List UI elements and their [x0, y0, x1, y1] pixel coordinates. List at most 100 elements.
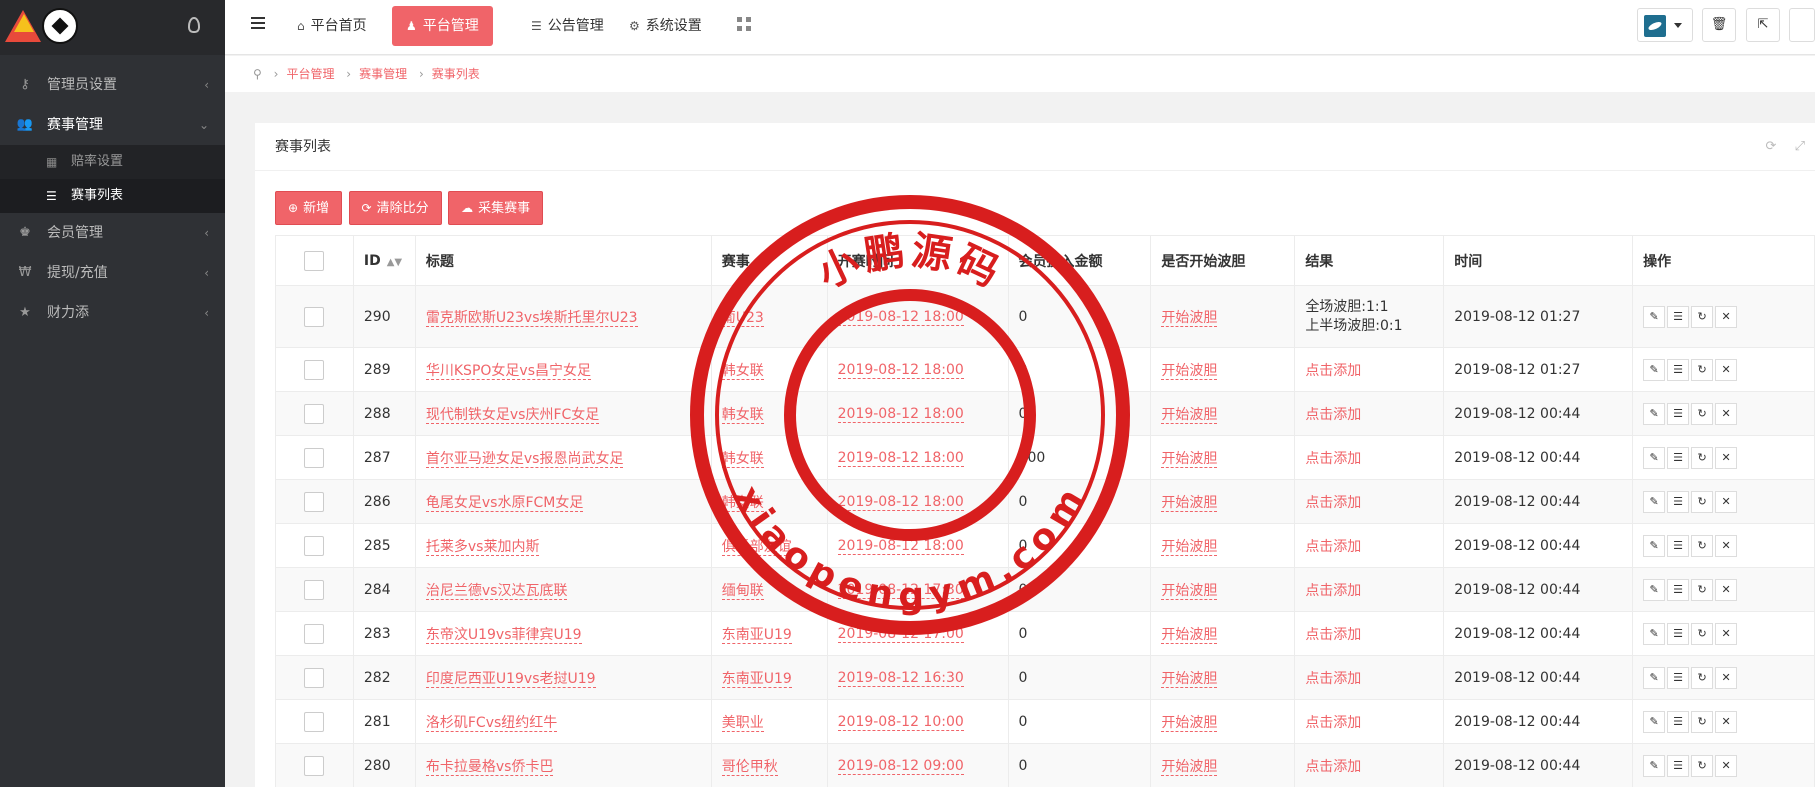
start-bet-link[interactable]: 开始波胆 [1161, 406, 1218, 424]
title-link[interactable]: 治尼兰德vs汉达瓦底联 [425, 582, 568, 600]
start-bet-link[interactable]: 开始波胆 [1161, 450, 1218, 468]
league-link[interactable]: 韩女联 [721, 450, 764, 468]
delete-icon[interactable]: ✕ [1715, 578, 1738, 601]
add-result-link[interactable]: 点击添加 [1305, 495, 1361, 511]
edit-icon[interactable]: ✎ [1643, 754, 1666, 777]
list-icon[interactable]: ☰ [1667, 446, 1690, 469]
refresh-icon[interactable]: ↻ [1691, 710, 1714, 733]
edit-icon[interactable]: ✎ [1643, 358, 1666, 381]
add-result-link[interactable]: 点击添加 [1305, 671, 1361, 687]
more-button[interactable] [1789, 8, 1815, 42]
start-bet-link[interactable]: 开始波胆 [1161, 362, 1218, 380]
breadcrumb-item[interactable]: 赛事列表 [432, 67, 480, 81]
tab-announcement-management[interactable]: ☰ 公告管理 [517, 6, 618, 46]
title-link[interactable]: 雷克斯欧斯U23vs埃斯托里尔U23 [425, 309, 638, 327]
drop-icon[interactable] [188, 17, 200, 33]
delete-icon[interactable]: ✕ [1715, 666, 1738, 689]
row-checkbox[interactable] [304, 579, 325, 600]
delete-icon[interactable]: ✕ [1715, 490, 1738, 513]
league-link[interactable]: 韩女联 [721, 406, 764, 424]
row-checkbox[interactable] [304, 359, 325, 380]
refresh-icon[interactable]: ↻ [1691, 490, 1714, 513]
list-icon[interactable]: ☰ [1667, 666, 1690, 689]
delete-icon[interactable]: ✕ [1715, 534, 1738, 557]
refresh-icon[interactable]: ↻ [1691, 534, 1714, 557]
refresh-icon[interactable]: ↻ [1691, 446, 1714, 469]
sidebar-item-member-management[interactable]: ♚ 会员管理 ‹ [0, 213, 225, 253]
sidebar-subitem-odds-settings[interactable]: ▦ 赔率设置 [0, 145, 225, 179]
start-time-link[interactable]: 2019-08-12 10:00 [837, 713, 964, 731]
start-time-link[interactable]: 2019-08-12 18:00 [837, 449, 964, 467]
title-link[interactable]: 印度尼西亚U19vs老挝U19 [425, 670, 596, 688]
edit-icon[interactable]: ✎ [1643, 710, 1666, 733]
collect-matches-button[interactable]: ☁ 采集赛事 [448, 191, 544, 225]
league-link[interactable]: 葡U23 [721, 309, 764, 327]
start-time-link[interactable]: 2019-08-12 16:30 [837, 669, 964, 687]
breadcrumb-item[interactable]: 赛事管理 [359, 67, 407, 81]
sidebar-item-withdraw-recharge[interactable]: ₩ 提现/充值 ‹ [0, 253, 225, 293]
refresh-icon[interactable]: ↻ [1691, 754, 1714, 777]
start-time-link[interactable]: 2019-08-12 17:30 [837, 581, 964, 599]
start-bet-link[interactable]: 开始波胆 [1161, 626, 1218, 644]
start-bet-link[interactable]: 开始波胆 [1161, 538, 1218, 556]
add-result-link[interactable]: 点击添加 [1305, 583, 1361, 599]
tab-platform-home[interactable]: ⌂ 平台首页 [283, 6, 381, 46]
list-icon[interactable]: ☰ [1667, 622, 1690, 645]
start-bet-link[interactable]: 开始波胆 [1161, 309, 1218, 327]
row-checkbox[interactable] [304, 306, 325, 327]
add-result-link[interactable]: 点击添加 [1305, 363, 1361, 379]
delete-icon[interactable]: ✕ [1715, 710, 1738, 733]
edit-icon[interactable]: ✎ [1643, 446, 1666, 469]
list-icon[interactable]: ☰ [1667, 534, 1690, 557]
title-link[interactable]: 东帝汶U19vs菲律宾U19 [425, 626, 582, 644]
refresh-icon[interactable]: ⟳ [1766, 139, 1777, 154]
title-link[interactable]: 龟尾女足vs水原FCM女足 [425, 494, 584, 512]
edit-icon[interactable]: ✎ [1643, 578, 1666, 601]
league-link[interactable]: 俱乐部友谊 [721, 538, 792, 556]
edit-icon[interactable]: ✎ [1643, 622, 1666, 645]
edit-icon[interactable]: ✎ [1643, 402, 1666, 425]
list-icon[interactable]: ☰ [1667, 305, 1690, 328]
edit-icon[interactable]: ✎ [1643, 490, 1666, 513]
title-link[interactable]: 首尔亚马逊女足vs报恩尚武女足 [425, 450, 624, 468]
refresh-icon[interactable]: ↻ [1691, 402, 1714, 425]
title-link[interactable]: 托莱多vs莱加内斯 [425, 538, 540, 556]
tab-platform-management[interactable]: ♟ 平台管理 [392, 6, 493, 46]
fullscreen-icon[interactable]: ⤢ [1795, 139, 1805, 154]
row-checkbox[interactable] [304, 447, 325, 468]
sidebar-subitem-match-list[interactable]: ☰ 赛事列表 [0, 179, 225, 213]
league-link[interactable]: 韩女联 [721, 362, 764, 380]
list-icon[interactable]: ☰ [1667, 402, 1690, 425]
delete-icon[interactable]: ✕ [1715, 622, 1738, 645]
league-link[interactable]: 美职业 [721, 714, 764, 732]
start-bet-link[interactable]: 开始波胆 [1161, 714, 1218, 732]
edit-icon[interactable]: ✎ [1643, 534, 1666, 557]
delete-icon[interactable]: ✕ [1715, 305, 1738, 328]
start-time-link[interactable]: 2019-08-12 18:00 [837, 361, 964, 379]
list-icon[interactable]: ☰ [1667, 578, 1690, 601]
delete-icon[interactable]: ✕ [1715, 446, 1738, 469]
list-icon[interactable]: ☰ [1667, 490, 1690, 513]
delete-icon[interactable]: ✕ [1715, 402, 1738, 425]
add-result-link[interactable]: 点击添加 [1305, 451, 1361, 467]
user-menu-button[interactable] [1637, 8, 1693, 42]
sidebar-item-finance[interactable]: ★ 财力添 ‹ [0, 293, 225, 333]
row-checkbox[interactable] [304, 667, 325, 688]
league-link[interactable]: 缅甸联 [721, 582, 764, 600]
title-link[interactable]: 现代制铁女足vs庆州FC女足 [425, 406, 600, 424]
start-bet-link[interactable]: 开始波胆 [1161, 670, 1218, 688]
list-icon[interactable]: ☰ [1667, 754, 1690, 777]
add-result-link[interactable]: 点击添加 [1305, 627, 1361, 643]
add-result-link[interactable]: 点击添加 [1305, 715, 1361, 731]
row-checkbox[interactable] [304, 711, 325, 732]
start-time-link[interactable]: 2019-08-12 18:00 [837, 405, 964, 423]
breadcrumb-item[interactable]: 平台管理 [286, 67, 334, 81]
league-link[interactable]: 东南亚U19 [721, 670, 792, 688]
add-result-link[interactable]: 点击添加 [1305, 759, 1361, 775]
delete-icon[interactable]: ✕ [1715, 358, 1738, 381]
add-result-link[interactable]: 点击添加 [1305, 407, 1361, 423]
edit-icon[interactable]: ✎ [1643, 305, 1666, 328]
clear-scores-button[interactable]: ⟳ 清除比分 [348, 191, 442, 225]
start-time-link[interactable]: 2019-08-12 18:00 [837, 308, 964, 326]
refresh-icon[interactable]: ↻ [1691, 578, 1714, 601]
